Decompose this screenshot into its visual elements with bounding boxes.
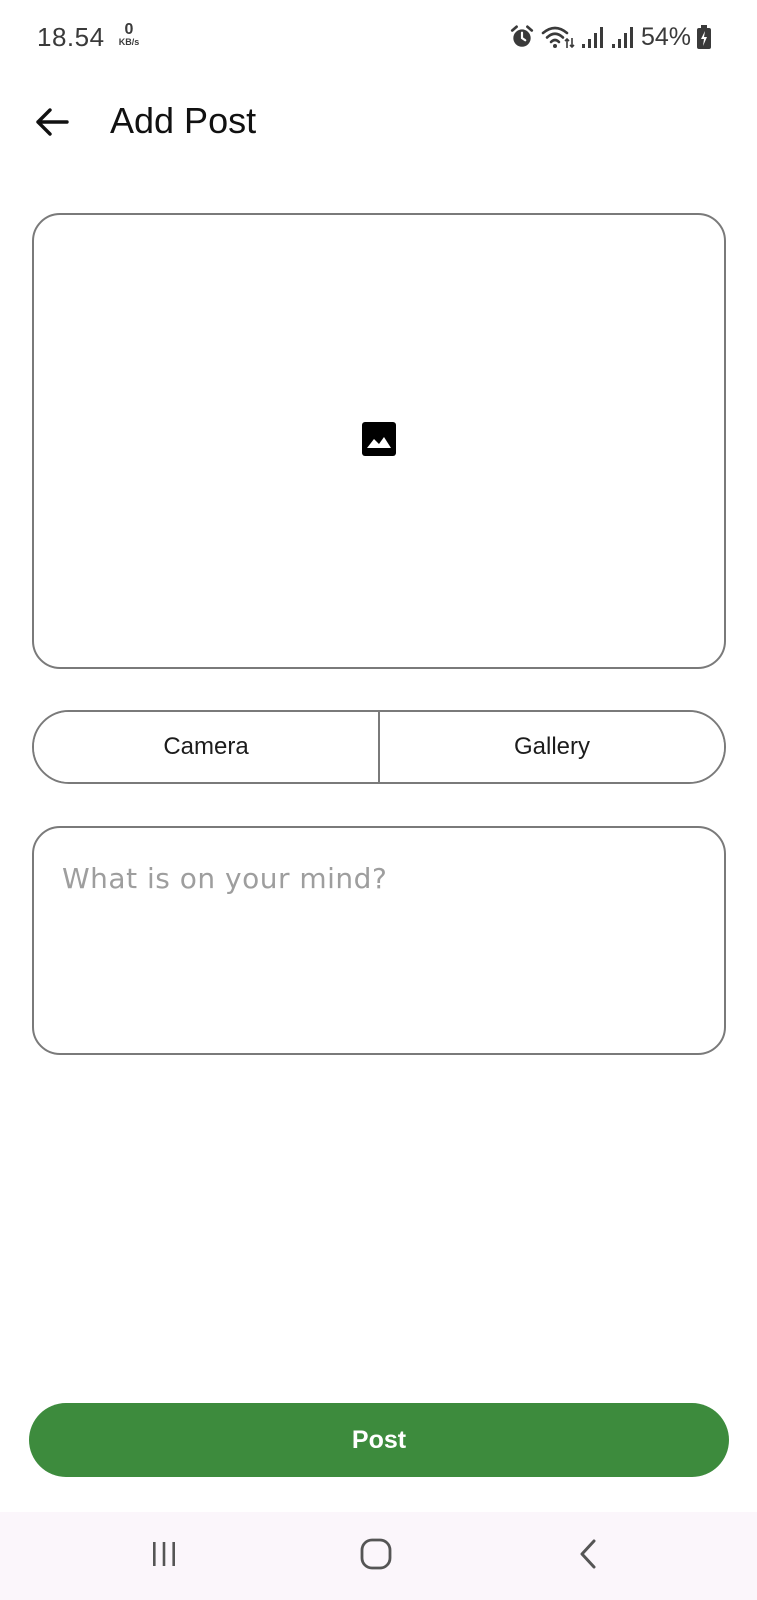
image-preview[interactable] [32,213,726,669]
nav-home-button[interactable] [348,1532,404,1580]
recents-icon [150,1540,178,1573]
signal-icon [581,25,605,49]
caption-input[interactable] [62,862,696,1019]
system-nav-bar [0,1512,757,1600]
page-title: Add Post [110,100,257,141]
back-button[interactable] [30,102,74,146]
image-icon [362,421,396,461]
app-header: Add Post [0,90,757,156]
arrow-back-icon [35,107,69,142]
network-speed-value: 0 [124,21,134,38]
alarm-icon [509,24,535,50]
wifi-icon [541,24,575,50]
camera-button[interactable]: Camera [34,712,378,782]
status-icons: 54% [509,22,711,52]
home-icon [360,1538,392,1575]
battery-percent: 54% [640,22,691,51]
status-bar: 18.54 0 KB/s 54% [0,0,757,78]
gallery-button[interactable]: Gallery [378,712,724,782]
post-button[interactable]: Post [29,1403,729,1477]
nav-back-icon [577,1538,599,1575]
add-post-screen: 18.54 0 KB/s 54% Add Post Camera Gallery… [0,0,757,1600]
caption-field [32,826,726,1055]
status-time: 18.54 [37,22,105,52]
media-source-buttons: Camera Gallery [32,710,726,784]
nav-back-button[interactable] [560,1532,616,1580]
nav-recents-button[interactable] [136,1532,192,1580]
signal-icon-2 [611,25,635,49]
battery-charging-icon [697,25,711,49]
network-speed-unit: KB/s [118,37,140,47]
network-speed: 0 KB/s [114,22,144,47]
